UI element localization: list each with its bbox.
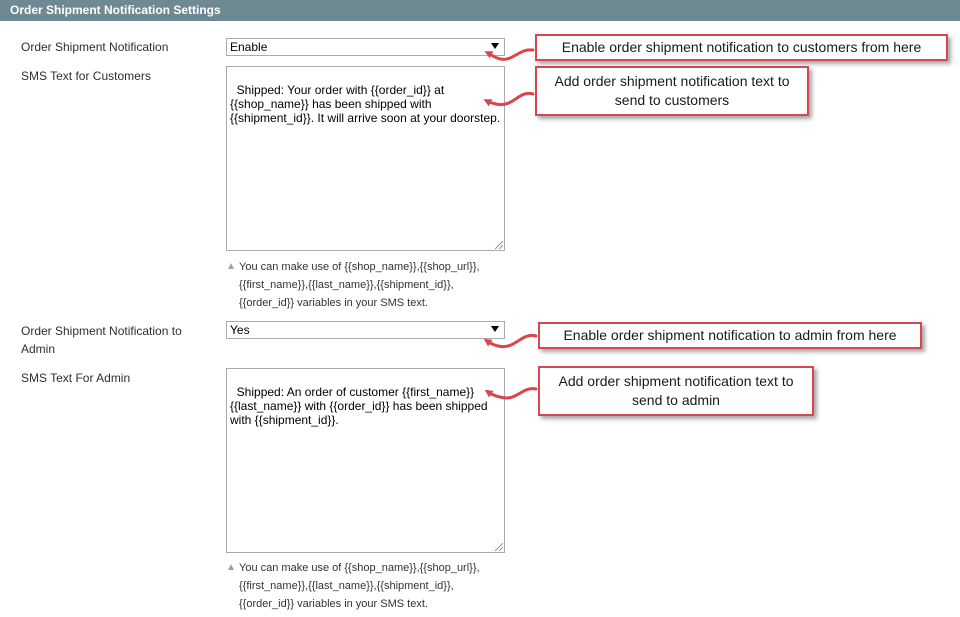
arrow-to-customer-select bbox=[484, 48, 535, 61]
arrow-to-admin-textarea bbox=[484, 387, 538, 400]
arrow-to-admin-select bbox=[483, 333, 538, 349]
arrow-to-customer-textarea bbox=[483, 91, 535, 107]
callout-arrows bbox=[483, 48, 538, 400]
